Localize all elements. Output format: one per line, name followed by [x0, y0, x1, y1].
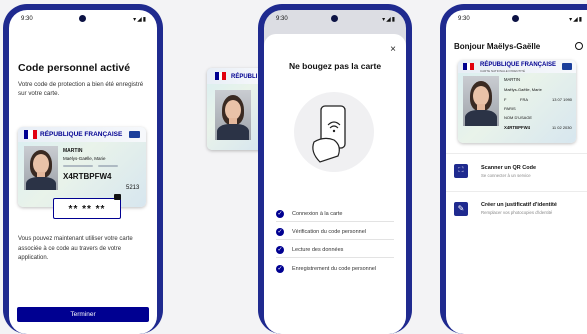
action-subtitle: Remplacer vos photocopies d'identité	[481, 210, 553, 215]
create-proof-action[interactable]: ✎ Créer un justificatif d'identité Rempl…	[454, 200, 584, 222]
french-flag-icon	[215, 72, 226, 80]
signal-battery-icon: ▾◢▮	[382, 17, 396, 23]
front-camera	[79, 15, 86, 22]
greeting-title: Bonjour Maëlys-Gaëlle	[454, 42, 541, 51]
floating-card-country: RÉPUBLI	[231, 74, 258, 80]
status-time: 9:30	[276, 16, 288, 22]
step-label: Connexion à la carte	[292, 211, 343, 217]
card-number-suffix: 5213	[126, 185, 140, 191]
card-birth-place: PARIS	[504, 106, 516, 111]
phone-frame-activation: 9:30 ▾◢▮ Code personnel activé Votre cod…	[3, 4, 163, 334]
card-photo	[24, 146, 58, 190]
screen-scanning: 9:30 ▾◢▮ × Ne bougez pas la carte ✓ Conn…	[264, 10, 406, 334]
page-title: Code personnel activé	[18, 62, 131, 74]
screen-home: 9:30 ▾◢▮ Bonjour Maëlys-Gaëlle RÉPUBLIQU…	[446, 10, 587, 334]
front-camera	[331, 15, 338, 22]
french-flag-icon	[24, 130, 37, 139]
qr-scan-icon: ⛶	[454, 164, 468, 178]
status-time: 9:30	[21, 16, 33, 22]
action-title: Créer un justificatif d'identité	[481, 202, 557, 208]
screen-activation: 9:30 ▾◢▮ Code personnel activé Votre cod…	[9, 10, 157, 334]
card-number: X4RTBPFW4	[504, 125, 531, 130]
signal-battery-icon: ▾◢▮	[133, 17, 147, 23]
card-nationality: FRA	[520, 97, 528, 102]
home-id-card[interactable]: RÉPUBLIQUE FRANÇAISE CARTE NATIONALE D'I…	[458, 60, 576, 143]
card-birth-date: 13 07 1990	[552, 97, 573, 102]
step-label: Vérification du code personnel	[292, 229, 366, 235]
action-title: Scanner un QR Code	[481, 165, 537, 171]
check-icon: ✓	[276, 246, 284, 254]
eu-flag-icon	[562, 63, 572, 70]
check-icon: ✓	[276, 228, 284, 236]
pen-icon: ✎	[454, 202, 468, 216]
card-surname: MARTIN	[63, 148, 83, 154]
scan-qr-action[interactable]: ⛶ Scanner un QR Code Se connecter à un s…	[454, 162, 584, 184]
activation-description: Votre code de protection a bien été enre…	[18, 81, 144, 97]
finish-button[interactable]: Terminer	[17, 307, 149, 322]
front-camera	[512, 15, 519, 22]
floating-id-card: RÉPUBLI	[207, 68, 263, 150]
profile-icon[interactable]	[575, 42, 583, 50]
phone-frame-scanning: 9:30 ▾◢▮ × Ne bougez pas la carte ✓ Conn…	[258, 4, 412, 334]
scan-sheet: × Ne bougez pas la carte ✓ Connexion à l…	[264, 34, 406, 334]
step-item: ✓ Enregistrement du code personnel	[276, 265, 396, 277]
card-photo	[463, 76, 499, 126]
card-alt-name: NOM D'USAGE	[504, 115, 533, 120]
eu-flag-icon	[129, 131, 140, 138]
code-box: ** ** **	[53, 198, 121, 219]
lock-icon	[114, 194, 121, 200]
close-icon[interactable]: ×	[390, 44, 396, 55]
check-icon: ✓	[276, 210, 284, 218]
card-expiry: 11 02 2030	[552, 125, 572, 130]
card-country: RÉPUBLIQUE FRANÇAISE	[480, 62, 557, 68]
card-subtitle: CARTE NATIONALE D'IDENTITÉ	[480, 69, 525, 73]
card-given-names: Maëlys-Gaëlle, Marie	[504, 87, 542, 92]
card-given-names: Maëlys-Gaëlle, Marie	[63, 156, 106, 161]
personal-code: ** ** **	[68, 204, 106, 215]
card-sex: F	[504, 97, 507, 102]
floating-card-photo	[215, 90, 251, 140]
nfc-phone-illustration	[294, 92, 374, 172]
signal-battery-icon: ▾◢▮	[569, 17, 583, 23]
card-country: RÉPUBLIQUE FRANÇAISE	[40, 131, 123, 138]
card-number: X4RTBPFW4	[63, 172, 112, 181]
usage-info: Vous pouvez maintenant utiliser votre ca…	[18, 236, 133, 261]
french-flag-icon	[463, 63, 474, 70]
status-time: 9:30	[458, 16, 470, 22]
id-card: RÉPUBLIQUE FRANÇAISE MARTIN Maëlys-Gaëll…	[18, 127, 146, 207]
action-subtitle: Se connecter à un service	[481, 173, 531, 178]
phone-frame-home: 9:30 ▾◢▮ Bonjour Maëlys-Gaëlle RÉPUBLIQU…	[440, 4, 587, 334]
step-label: Enregistrement du code personnel	[292, 266, 377, 272]
card-surname: MARTIN	[504, 77, 520, 82]
step-label: Lecture des données	[292, 247, 344, 253]
sheet-title: Ne bougez pas la carte	[288, 61, 382, 71]
check-icon: ✓	[276, 265, 284, 273]
